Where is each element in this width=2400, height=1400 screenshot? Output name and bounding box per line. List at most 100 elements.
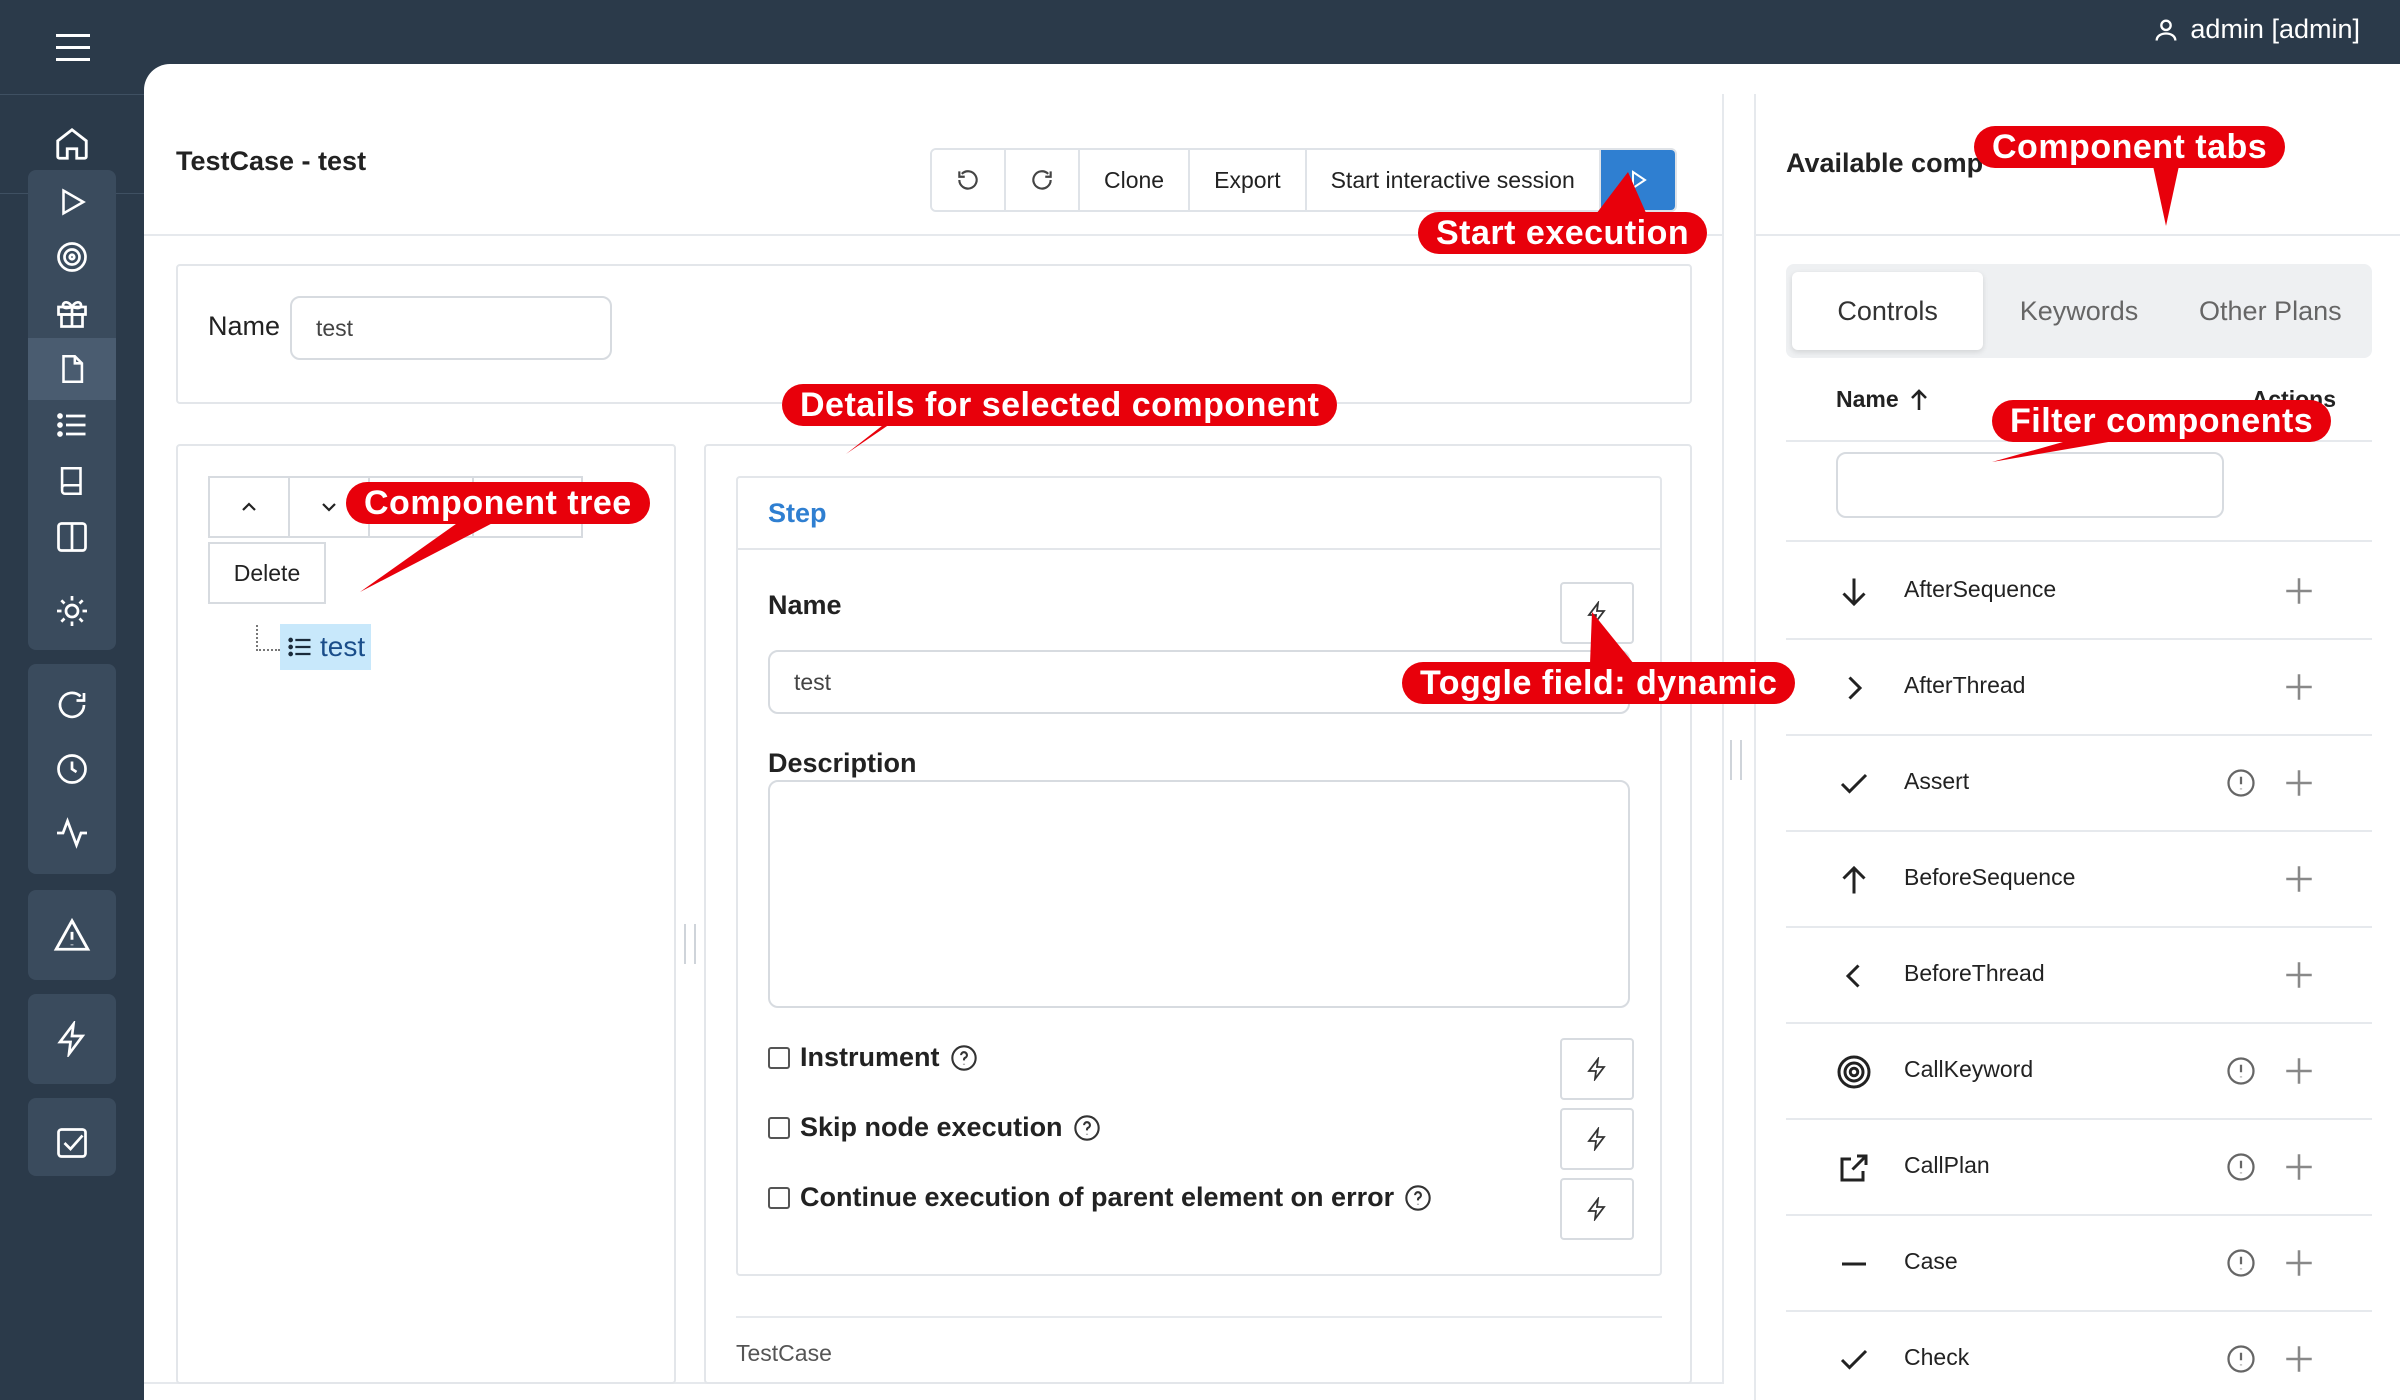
tree-node-selected[interactable]: test	[280, 624, 372, 670]
target-icon	[1837, 1055, 1871, 1089]
activity-icon	[57, 817, 87, 849]
menu-icon[interactable]	[56, 34, 96, 64]
instrument-dynamic-toggle[interactable]	[1560, 1038, 1634, 1100]
column-name-label: Name	[1836, 386, 1899, 412]
components-panel: Available comp Controls Keywords Other P…	[1754, 94, 2400, 1400]
book-icon	[60, 466, 82, 496]
info-icon[interactable]	[2226, 1344, 2256, 1374]
sidebar-item-alerts[interactable]	[28, 904, 116, 966]
skip-dynamic-toggle[interactable]	[1560, 1108, 1634, 1170]
play-icon	[62, 188, 86, 216]
tree-connector	[256, 625, 280, 651]
interactive-session-button[interactable]: Start interactive session	[1306, 150, 1601, 210]
help-icon[interactable]	[1404, 1184, 1432, 1212]
arrow-up-icon	[1842, 865, 1866, 894]
sidebar	[0, 64, 144, 1400]
panel-splitter[interactable]	[1730, 740, 1742, 780]
tree-node[interactable]: test	[256, 624, 372, 670]
name-input[interactable]: test	[290, 296, 612, 360]
redo-button[interactable]	[1006, 150, 1080, 210]
sidebar-item-targets[interactable]	[28, 226, 116, 288]
add-icon[interactable]	[2282, 862, 2316, 896]
tab-other-plans[interactable]: Other Plans	[2175, 272, 2366, 350]
instrument-checkbox[interactable]	[768, 1046, 790, 1069]
sidebar-item-settings[interactable]	[28, 580, 116, 642]
sidebar-group-bolt	[28, 994, 116, 1084]
minus-icon	[1842, 1262, 1866, 1266]
continue-checkbox-row[interactable]: Continue execution of parent element on …	[768, 1182, 1432, 1213]
delete-button[interactable]: Delete	[208, 542, 326, 604]
undo-button[interactable]	[932, 150, 1006, 210]
component-row[interactable]: CallKeyword	[1786, 1024, 2372, 1120]
details-footer-divider	[736, 1316, 1662, 1318]
annotation-details: Details for selected component	[782, 384, 1338, 426]
move-up-button[interactable]	[208, 476, 290, 538]
add-icon[interactable]	[2282, 1246, 2316, 1280]
sidebar-item-packages[interactable]	[28, 282, 116, 344]
sidebar-item-list[interactable]	[28, 394, 116, 456]
component-row[interactable]: Assert	[1786, 736, 2372, 832]
info-icon[interactable]	[2226, 1248, 2256, 1278]
sidebar-item-refresh[interactable]	[28, 674, 116, 736]
add-icon[interactable]	[2282, 1054, 2316, 1088]
user-menu[interactable]: admin [admin]	[2152, 14, 2360, 45]
sidebar-item-book[interactable]	[28, 450, 116, 512]
help-icon[interactable]	[1073, 1114, 1101, 1142]
continue-checkbox[interactable]	[768, 1186, 790, 1209]
info-icon[interactable]	[2226, 768, 2256, 798]
sort-ascending-icon	[1910, 388, 1927, 410]
start-execution-button[interactable]	[1600, 150, 1675, 210]
add-icon[interactable]	[2282, 766, 2316, 800]
sidebar-item-schedule[interactable]	[28, 738, 116, 800]
component-row-label: CallPlan	[1904, 1152, 1990, 1178]
sidebar-item-analytics[interactable]	[28, 802, 116, 864]
tab-keywords[interactable]: Keywords	[1983, 272, 2174, 350]
continue-dynamic-toggle[interactable]	[1560, 1178, 1634, 1240]
component-row[interactable]: BeforeSequence	[1786, 832, 2372, 928]
skip-checkbox[interactable]	[768, 1116, 790, 1139]
sidebar-item-execute[interactable]	[28, 170, 116, 234]
user-icon	[2155, 19, 2177, 41]
add-icon[interactable]	[2282, 574, 2316, 608]
step-title: Step	[768, 498, 827, 528]
description-textarea[interactable]	[768, 780, 1630, 1008]
export-button[interactable]: Export	[1190, 150, 1307, 210]
chevron-up-icon	[242, 502, 256, 511]
add-icon[interactable]	[2282, 1150, 2316, 1184]
bolt-icon	[1587, 601, 1606, 625]
columns-icon	[57, 522, 87, 552]
continue-label: Continue execution of parent element on …	[800, 1182, 1395, 1212]
info-icon[interactable]	[2226, 1152, 2256, 1182]
sidebar-group-tasks	[28, 1098, 116, 1176]
bolt-icon	[1587, 1057, 1606, 1081]
sidebar-group-main	[28, 170, 116, 650]
clone-button[interactable]: Clone	[1080, 150, 1191, 210]
sidebar-item-tasks[interactable]	[28, 1112, 116, 1174]
component-row[interactable]: Case	[1786, 1216, 2372, 1312]
add-icon[interactable]	[2282, 958, 2316, 992]
component-row[interactable]: Check	[1786, 1312, 2372, 1400]
component-row[interactable]: CallPlan	[1786, 1120, 2372, 1216]
instrument-checkbox-row[interactable]: Instrument	[768, 1042, 978, 1073]
column-name-header[interactable]: Name	[1836, 386, 1929, 413]
sidebar-item-plans[interactable]	[28, 338, 116, 400]
add-icon[interactable]	[2282, 1342, 2316, 1376]
name-dynamic-toggle[interactable]	[1560, 582, 1634, 644]
sidebar-item-functions[interactable]	[28, 1008, 116, 1070]
component-row[interactable]: AfterSequence	[1786, 544, 2372, 640]
tab-controls[interactable]: Controls	[1792, 272, 1984, 350]
annotation-filter: Filter components	[1992, 400, 2332, 442]
skip-checkbox-row[interactable]: Skip node execution	[768, 1112, 1101, 1143]
annotation-toggle: Toggle field: dynamic	[1402, 662, 1796, 704]
component-filter-input[interactable]	[1836, 452, 2224, 518]
redo-icon	[1032, 170, 1052, 190]
arrow-down-icon	[1842, 578, 1866, 607]
add-icon[interactable]	[2282, 670, 2316, 704]
info-icon[interactable]	[2226, 1056, 2256, 1086]
sidebar-item-columns[interactable]	[28, 506, 116, 568]
help-icon[interactable]	[950, 1044, 978, 1072]
component-row[interactable]: BeforeThread	[1786, 928, 2372, 1024]
component-row[interactable]: AfterThread	[1786, 640, 2372, 736]
tree-splitter[interactable]	[684, 924, 696, 964]
skip-label: Skip node execution	[800, 1112, 1063, 1142]
